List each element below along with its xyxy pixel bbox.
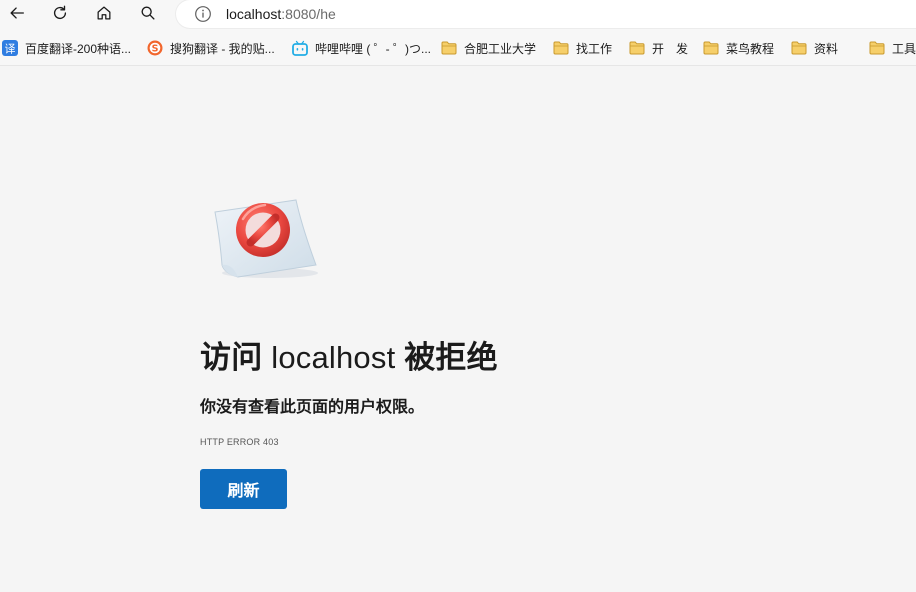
svg-text:译: 译 bbox=[5, 42, 16, 55]
search-icon bbox=[141, 6, 155, 20]
folder-icon bbox=[703, 40, 719, 56]
browser-toolbar: localhost:8080/he bbox=[0, 0, 916, 30]
favorite-folder-job[interactable]: 找工作 bbox=[553, 38, 612, 58]
sogou-icon: S bbox=[147, 40, 163, 56]
baidu-translate-icon: 译 bbox=[2, 40, 18, 56]
favorite-label: 哔哩哔哩 ( ゜- ゜)つ... bbox=[315, 41, 431, 56]
folder-icon bbox=[791, 40, 807, 56]
favorite-folder-materials[interactable]: 资料 bbox=[791, 38, 838, 58]
folder-icon bbox=[869, 40, 885, 56]
prohibited-sign-icon bbox=[214, 199, 318, 278]
bilibili-icon bbox=[292, 40, 308, 56]
folder-icon bbox=[629, 40, 645, 56]
error-code: HTTP ERROR 403 bbox=[200, 437, 279, 447]
info-icon[interactable] bbox=[194, 5, 212, 23]
back-button[interactable] bbox=[4, 2, 30, 24]
folder-icon bbox=[441, 40, 457, 56]
title-host: localhost bbox=[271, 340, 396, 375]
title-suffix: 被拒绝 bbox=[404, 340, 498, 375]
refresh-button[interactable]: 刷新 bbox=[200, 469, 287, 509]
url-path: :8080/he bbox=[281, 6, 336, 22]
refresh-icon bbox=[53, 5, 67, 20]
url-text[interactable]: localhost:8080/he bbox=[226, 6, 336, 22]
back-arrow-icon bbox=[10, 7, 24, 19]
folder-icon bbox=[553, 40, 569, 56]
error-title: 访问 localhost 被拒绝 bbox=[200, 332, 498, 377]
favorite-bilibili[interactable]: 哔哩哔哩 ( ゜- ゜)つ... bbox=[292, 38, 431, 58]
favorites-bar: 译 百度翻译-200种语... S 搜狗翻译 - 我的贴... 哔哩哔哩 ( ゜… bbox=[0, 35, 916, 61]
favorite-label: 资料 bbox=[814, 41, 839, 56]
address-bar[interactable]: localhost:8080/he bbox=[176, 0, 916, 28]
url-host: localhost bbox=[226, 6, 282, 22]
favorite-sogou-translate[interactable]: S 搜狗翻译 - 我的贴... bbox=[147, 38, 275, 58]
favorite-label: 百度翻译-200种语... bbox=[25, 41, 132, 56]
favorite-label: 搜狗翻译 - 我的贴... bbox=[170, 41, 275, 56]
favorite-label: 找工作 bbox=[576, 41, 613, 56]
favorite-folder-tools[interactable]: 工具 bbox=[869, 38, 916, 58]
title-prefix: 访问 bbox=[200, 340, 263, 375]
svg-text:S: S bbox=[152, 44, 159, 55]
favorite-folder-hfut[interactable]: 合肥工业大学 bbox=[441, 38, 536, 58]
favorite-folder-dev[interactable]: 开 发 bbox=[629, 38, 688, 58]
refresh-page-button[interactable] bbox=[47, 2, 73, 24]
favorite-baidu-translate[interactable]: 译 百度翻译-200种语... bbox=[2, 38, 131, 58]
home-icon bbox=[97, 6, 111, 20]
favorite-label: 工具 bbox=[892, 41, 916, 56]
home-button[interactable] bbox=[91, 2, 117, 24]
favorite-label: 合肥工业大学 bbox=[464, 41, 537, 56]
error-description: 你没有查看此页面的用户权限。 bbox=[200, 399, 425, 416]
favorite-label: 菜鸟教程 bbox=[726, 41, 775, 56]
favorite-folder-runoob[interactable]: 菜鸟教程 bbox=[703, 38, 774, 58]
error-page: 访问 localhost 被拒绝 你没有查看此页面的用户权限。 HTTP ERR… bbox=[0, 66, 916, 592]
search-button[interactable] bbox=[135, 2, 161, 24]
favorite-label: 开 发 bbox=[652, 41, 689, 56]
